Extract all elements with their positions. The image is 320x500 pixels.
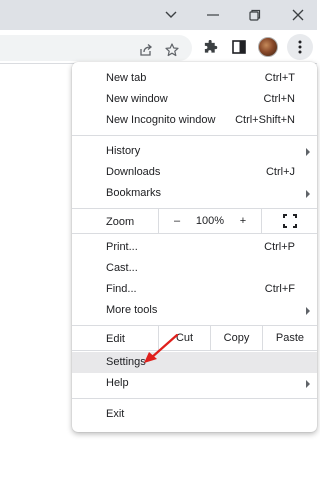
menu-item-label: Downloads [106,166,161,178]
chrome-main-menu: New tab Ctrl+T New window Ctrl+N New Inc… [72,62,317,432]
menu-item-label: New window [106,93,168,105]
submenu-arrow-icon [306,307,310,315]
zoom-label: Zoom [106,216,135,228]
menu-item-label: More tools [106,304,158,316]
toolbar [0,30,317,64]
paste-label: Paste [275,332,305,344]
kebab-menu-icon [298,40,302,54]
menu-item-new-window[interactable]: New window Ctrl+N [72,89,317,110]
menu-item-label: Print... [106,241,138,253]
menu-item-label: New tab [106,72,147,84]
bookmark-star-icon[interactable] [164,42,180,58]
menu-item-label: Bookmarks [106,187,162,199]
menu-item-find[interactable]: Find... Ctrl+F [72,279,317,300]
copy-label: Copy [223,332,250,344]
address-bar[interactable] [0,35,192,61]
menu-item-shortcut: Ctrl+F [264,283,295,295]
menu-item-label: Cast... [106,262,138,274]
submenu-arrow-icon [306,148,310,156]
title-bar [0,0,317,30]
menu-item-shortcut: Ctrl+N [263,93,295,105]
menu-item-new-tab[interactable]: New tab Ctrl+T [72,68,317,89]
edit-row: Edit Cut Copy Paste [72,325,317,351]
menu-item-shortcut: Ctrl+T [264,72,295,84]
menu-item-label: New Incognito window [106,114,216,126]
annotation-arrow-icon [144,333,179,363]
edit-label: Edit [106,333,125,345]
menu-item-exit[interactable]: Exit [72,404,317,425]
chrome-menu-button[interactable] [287,34,313,60]
menu-item-label: Help [106,377,129,389]
minimize-icon [207,14,219,16]
menu-item-shortcut: Ctrl+Shift+N [235,114,295,126]
menu-item-shortcut: Ctrl+J [265,166,295,178]
menu-item-print[interactable]: Print... Ctrl+P [72,237,317,258]
fullscreen-button[interactable] [262,209,317,233]
menu-item-label: History [106,145,141,157]
menu-divider [72,398,317,399]
minimize-button[interactable] [194,0,232,30]
menu-item-downloads[interactable]: Downloads Ctrl+J [72,162,317,183]
menu-item-bookmarks[interactable]: Bookmarks [72,183,317,204]
zoom-level: 100% [195,209,225,233]
zoom-value: 100% [195,215,225,227]
submenu-arrow-icon [306,380,310,388]
menu-divider [72,135,317,136]
menu-item-label: Exit [106,408,125,420]
share-icon[interactable] [138,42,154,58]
submenu-arrow-icon [306,190,310,198]
side-panel-button[interactable] [227,36,251,58]
menu-item-shortcut: Ctrl+P [264,241,295,253]
menu-item-history[interactable]: History [72,141,317,162]
menu-item-more-tools[interactable]: More tools [72,300,317,321]
chevron-down-icon [165,11,177,18]
close-window-button[interactable] [279,0,317,30]
extensions-button[interactable] [198,36,222,58]
extensions-icon [204,39,217,53]
menu-item-help[interactable]: Help [72,373,317,394]
side-panel-icon [232,40,246,54]
zoom-in-label: + [239,215,247,227]
menu-item-label: Find... [106,283,137,295]
close-icon [292,9,304,21]
restore-button[interactable] [236,0,274,30]
paste-button[interactable]: Paste [263,326,317,350]
fullscreen-icon [282,214,297,228]
browser-window: New tab Ctrl+T New window Ctrl+N New Inc… [0,0,317,500]
copy-button[interactable]: Copy [211,326,262,350]
zoom-in-button[interactable]: + [225,209,261,233]
tab-search-button[interactable] [152,0,190,30]
menu-item-settings[interactable]: Settings [72,352,317,373]
menu-item-cast[interactable]: Cast... [72,258,317,279]
menu-item-new-incognito-window[interactable]: New Incognito window Ctrl+Shift+N [72,110,317,131]
zoom-out-label: – [173,215,181,227]
zoom-out-button[interactable]: – [159,209,195,233]
zoom-row: Zoom – 100% + [72,208,317,234]
profile-avatar[interactable] [258,37,278,57]
restore-icon [249,9,261,21]
